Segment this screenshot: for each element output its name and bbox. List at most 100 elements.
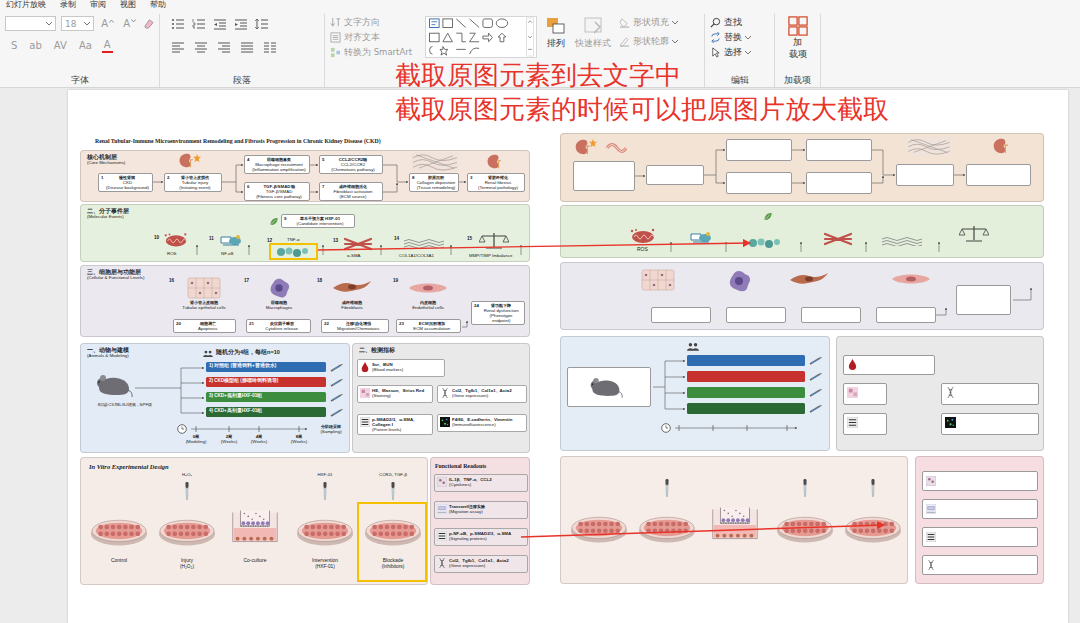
intervention-box: 9草本干预方案 HXF-01(Candidate intervention) [281,214,355,228]
box-number: 22 [324,321,329,331]
paragraph-button[interactable] [171,18,185,30]
readout-text: p-NF-κB、p-SMAD2/3、α-SMA(Signaling protei… [449,531,525,541]
font-format-button[interactable]: Aa [77,40,94,52]
font-format-button[interactable]: ab [27,40,43,52]
font-name-field[interactable] [5,16,56,31]
text-tool-label: 对齐文本 [344,31,380,44]
shapes-gallery[interactable] [425,16,537,58]
template-core-section [560,133,1044,202]
western-blot-icon [360,417,370,427]
fill-bucket-icon [619,17,630,28]
ros-label: ROS [637,247,648,253]
addins-button[interactable]: 加载项 [780,16,815,60]
box-note: (Terminal pathology) [474,185,522,190]
blood-drop-icon [360,362,370,372]
detection-card: Ccl2、Tgfb1、Col1a1、Acta2(Gene expression) [437,385,527,403]
detection-card: F4/80、E-cadherin、Vimentin(Immunofluoresc… [437,414,527,432]
dropdown-caret-icon [745,51,751,55]
shape-format-button[interactable]: 形状轮廓 [619,35,678,48]
placeholder-box[interactable] [651,307,711,323]
paragraph-button[interactable] [234,18,248,30]
box-english: ECM accumulation [405,326,458,331]
culture-dish-icon [363,508,423,548]
box-text: 炎症因子释放Cytokine release [255,321,308,331]
menu-tab[interactable]: 录制 [60,0,76,10]
paragraph-button[interactable] [263,41,277,53]
box-text: ECM沉积增加ECM accumulation [405,321,458,331]
placeholder-box[interactable] [922,471,1038,491]
paragraph-button[interactable] [240,41,254,53]
placeholder-box[interactable] [922,527,1038,547]
editing-label: 查找 [724,16,742,29]
timeline-week: 8周 [285,434,313,439]
paragraph-button[interactable] [217,41,231,53]
paragraph-button[interactable] [255,18,269,30]
font-size-button[interactable]: A [121,18,138,30]
font-format-button[interactable]: AV [52,40,69,52]
cell-type: 18成纤维细胞Fibroblasts [317,276,387,310]
shape-format-button[interactable]: 形状填充 [619,16,678,29]
font-size-field[interactable]: 18 [61,16,94,31]
placeholder-box[interactable] [573,161,635,191]
placeholder-box[interactable] [896,164,954,186]
placeholder-box[interactable] [922,555,1038,575]
paragraph-button[interactable] [192,18,206,30]
box-note: (Initiating event) [171,185,219,190]
menu-tab[interactable]: 幻灯片放映 [6,0,46,10]
timeline-point: 2周(Weeks) [215,434,243,444]
box-number: 3 [470,175,472,190]
text-tool[interactable]: 对齐文本 [330,31,415,44]
tissue-stain-icon [847,387,858,398]
editing-button[interactable]: 选择 [710,46,769,59]
font-group-body: 18 AA Sab AV Aa A [5,14,154,74]
box-title: 草本干预方案 HXF-01 [288,216,352,221]
paragraph-button[interactable] [171,41,185,53]
placeholder-box[interactable] [843,355,935,375]
addins-label: 加 [793,37,802,48]
font-size-button[interactable]: A [99,18,116,30]
font-format-button[interactable]: A [102,39,113,53]
placeholder-box[interactable] [726,307,786,323]
cell-title: 巨噬细胞 [271,300,287,305]
box-note: (Chemotaxis pathway) [326,167,380,172]
placeholder-box[interactable] [876,307,936,323]
paragraph-row [165,39,319,54]
font-format-button[interactable]: S [9,40,19,52]
function-box: 22迁移/趋化增强Migration/Chemotaxis [321,319,389,333]
placeholder-box[interactable] [806,139,872,161]
template-culture-condition [635,469,699,545]
addins-label: 载项 [789,49,807,60]
item-label: α-SMA [347,253,361,258]
placeholder-box[interactable] [922,499,1038,519]
editing-button[interactable]: 替换 [710,31,769,44]
cell-type: 16肾小管上皮细胞Tubular epithelial cells [169,276,239,310]
cell-title: 肾小管上皮细胞 [190,300,218,305]
fibrotic-kidney-icon [991,137,1009,155]
font-row: Sab AV Aa A [5,39,154,53]
balance-scale-icon [479,231,509,249]
placeholder-box[interactable] [956,285,1011,315]
editing-button[interactable]: 查找 [710,16,769,29]
group-bar: 3) CKD+低剂量HXF-01组 [206,392,326,402]
placeholder-box[interactable] [726,139,792,161]
paragraph-button[interactable] [194,41,208,53]
text-tool[interactable]: 转换为 SmartArt [330,46,415,59]
menu-tab[interactable]: 帮助 [150,0,166,10]
text-tool[interactable]: 文字方向 [330,16,415,29]
placeholder-box[interactable] [941,383,1039,405]
dropdown-caret-icon [46,22,52,26]
placeholder-box[interactable] [726,172,792,194]
box-text: 肾功能下降Renal dysfunction(Phenotypic endpoi… [480,303,522,323]
paragraph-button[interactable] [213,18,227,30]
syringe-icon [330,409,344,417]
transwell-icon [225,508,285,548]
box-note: (Tissue remodeling) [416,185,456,190]
placeholder-box[interactable] [801,307,861,323]
menu-tab[interactable]: 审阅 [90,0,106,10]
placeholder-box[interactable] [806,172,872,194]
placeholder-box[interactable] [646,165,704,185]
template-in-vitro-row [560,456,1044,584]
quick-styles-label: 快速样式 [575,38,611,49]
menu-tab[interactable]: 视图 [120,0,136,10]
placeholder-box[interactable] [966,164,1031,186]
